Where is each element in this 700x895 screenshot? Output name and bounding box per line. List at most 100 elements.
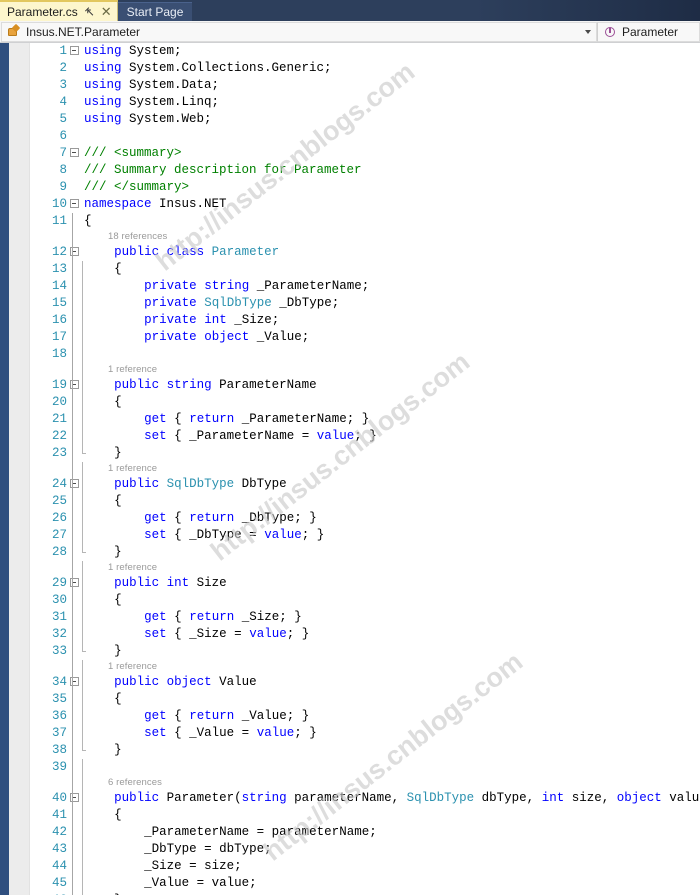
line-number: 30 — [51, 593, 67, 607]
code-line[interactable]: 40 public Parameter(string parameterName,… — [0, 790, 700, 807]
collapse-icon[interactable] — [68, 196, 80, 213]
code-text: public SqlDbType DbType — [114, 477, 287, 491]
pin-icon[interactable]: ⇤ — [81, 3, 98, 20]
collapse-icon[interactable] — [68, 244, 80, 261]
code-line[interactable]: 37 set { _Value = value; } — [0, 725, 700, 742]
code-line[interactable]: 42 _ParameterName = parameterName; — [0, 824, 700, 841]
line-number: 39 — [51, 760, 67, 774]
collapse-icon[interactable] — [68, 43, 80, 60]
code-text: using System.Web; — [84, 112, 212, 126]
codelens-row: 1 reference — [0, 561, 700, 575]
code-line[interactable]: 31 get { return _Size; } — [0, 609, 700, 626]
code-editor[interactable]: 1 using System; 2 using System.Collections.… — [0, 43, 700, 895]
code-line[interactable]: 18 — [0, 346, 700, 363]
type-dropdown-value: Insus.NET.Parameter — [26, 25, 141, 38]
code-line[interactable]: 30 { — [0, 592, 700, 609]
code-text: _ParameterName = parameterName; — [144, 825, 377, 839]
collapse-icon[interactable] — [68, 476, 80, 493]
line-number: 21 — [51, 412, 67, 426]
code-line[interactable]: 8 /// Summary description for Parameter — [0, 162, 700, 179]
tab-start-page[interactable]: Start Page — [117, 2, 193, 21]
navigation-bar: Insus.NET.Parameter Parameter — [0, 21, 700, 43]
line-number: 34 — [51, 675, 67, 689]
member-dropdown[interactable]: Parameter — [597, 21, 700, 42]
indent-guide — [72, 462, 73, 476]
close-icon[interactable]: ✕ — [101, 5, 112, 18]
code-line[interactable]: 14 private string _ParameterName; — [0, 278, 700, 295]
code-line[interactable]: 1 using System; — [0, 43, 700, 60]
code-line[interactable]: 7 /// <summary> — [0, 145, 700, 162]
code-line[interactable]: 4 using System.Linq; — [0, 94, 700, 111]
code-line[interactable]: 38} — [0, 742, 700, 759]
code-line[interactable]: 11 { — [0, 213, 700, 230]
collapse-icon[interactable] — [68, 790, 80, 807]
codelens-reference-count[interactable]: 1 reference — [108, 660, 157, 674]
code-line[interactable]: 44 _Size = size; — [0, 858, 700, 875]
code-line[interactable]: 12 public class Parameter — [0, 244, 700, 261]
code-line[interactable]: 16 private int _Size; — [0, 312, 700, 329]
code-line[interactable]: 43 _DbType = dbType; — [0, 841, 700, 858]
code-line[interactable]: 21 get { return _ParameterName; } — [0, 411, 700, 428]
code-line[interactable]: 28} — [0, 544, 700, 561]
code-line[interactable]: 15 private SqlDbType _DbType; — [0, 295, 700, 312]
code-text: _DbType = dbType; — [144, 842, 272, 856]
codelens-reference-count[interactable]: 18 references — [108, 230, 167, 244]
code-text-area[interactable]: 1 using System; 2 using System.Collections.… — [0, 43, 700, 895]
code-line[interactable]: 26 get { return _DbType; } — [0, 510, 700, 527]
indent-guide — [82, 759, 83, 776]
collapse-icon[interactable] — [68, 377, 80, 394]
line-number: 36 — [51, 709, 67, 723]
code-line[interactable]: 36 get { return _Value; } — [0, 708, 700, 725]
indent-guide — [72, 493, 73, 510]
line-number: 3 — [59, 78, 67, 92]
indent-guide — [82, 660, 83, 674]
indent-guide — [82, 643, 86, 652]
code-text: { — [114, 494, 122, 508]
code-line[interactable]: 20 { — [0, 394, 700, 411]
tab-parameter-cs[interactable]: Parameter.cs ⇤ ✕ — [0, 0, 118, 21]
code-line[interactable]: 9 /// </summary> — [0, 179, 700, 196]
code-line[interactable]: 24 public SqlDbType DbType — [0, 476, 700, 493]
code-line[interactable]: 25 { — [0, 493, 700, 510]
collapse-icon[interactable] — [68, 674, 80, 691]
collapse-icon[interactable] — [68, 575, 80, 592]
code-text: private SqlDbType _DbType; — [144, 296, 340, 310]
line-number: 20 — [51, 395, 67, 409]
code-line[interactable]: 34 public object Value — [0, 674, 700, 691]
code-line[interactable]: 45 _Value = value; — [0, 875, 700, 892]
code-line[interactable]: 19 public string ParameterName — [0, 377, 700, 394]
code-line[interactable]: 29 public int Size — [0, 575, 700, 592]
code-line[interactable]: 39 — [0, 759, 700, 776]
code-line[interactable]: 10 namespace Insus.NET — [0, 196, 700, 213]
code-line[interactable]: 41 { — [0, 807, 700, 824]
code-text: set { _Value = value; } — [144, 726, 317, 740]
chevron-down-icon[interactable] — [585, 29, 591, 34]
code-line[interactable]: 23} — [0, 445, 700, 462]
codelens-reference-count[interactable]: 6 references — [108, 776, 162, 790]
line-number: 14 — [51, 279, 67, 293]
code-line[interactable]: 33} — [0, 643, 700, 660]
code-line[interactable]: 13 { — [0, 261, 700, 278]
collapse-icon[interactable] — [68, 145, 80, 162]
code-line[interactable]: 35 { — [0, 691, 700, 708]
code-text: using System.Data; — [84, 78, 220, 92]
line-number: 7 — [59, 146, 67, 160]
indent-guide — [72, 213, 73, 230]
code-line[interactable]: 32 set { _Size = value; } — [0, 626, 700, 643]
code-line[interactable]: 6 — [0, 128, 700, 145]
indent-guide — [72, 527, 73, 544]
codelens-reference-count[interactable]: 1 reference — [108, 363, 157, 377]
code-line[interactable]: 22 set { _ParameterName = value; } — [0, 428, 700, 445]
codelens-reference-count[interactable]: 1 reference — [108, 462, 157, 476]
indent-guide — [82, 858, 83, 875]
type-dropdown[interactable]: Insus.NET.Parameter — [1, 21, 597, 42]
code-line[interactable]: 27 set { _DbType = value; } — [0, 527, 700, 544]
code-text: private object _Value; — [144, 330, 310, 344]
line-number: 15 — [51, 296, 67, 310]
code-line[interactable]: 3 using System.Data; — [0, 77, 700, 94]
codelens-reference-count[interactable]: 1 reference — [108, 561, 157, 575]
code-line[interactable]: 5 using System.Web; — [0, 111, 700, 128]
code-line[interactable]: 17 private object _Value; — [0, 329, 700, 346]
code-text: public class Parameter — [114, 245, 280, 259]
code-line[interactable]: 2 using System.Collections.Generic; — [0, 60, 700, 77]
